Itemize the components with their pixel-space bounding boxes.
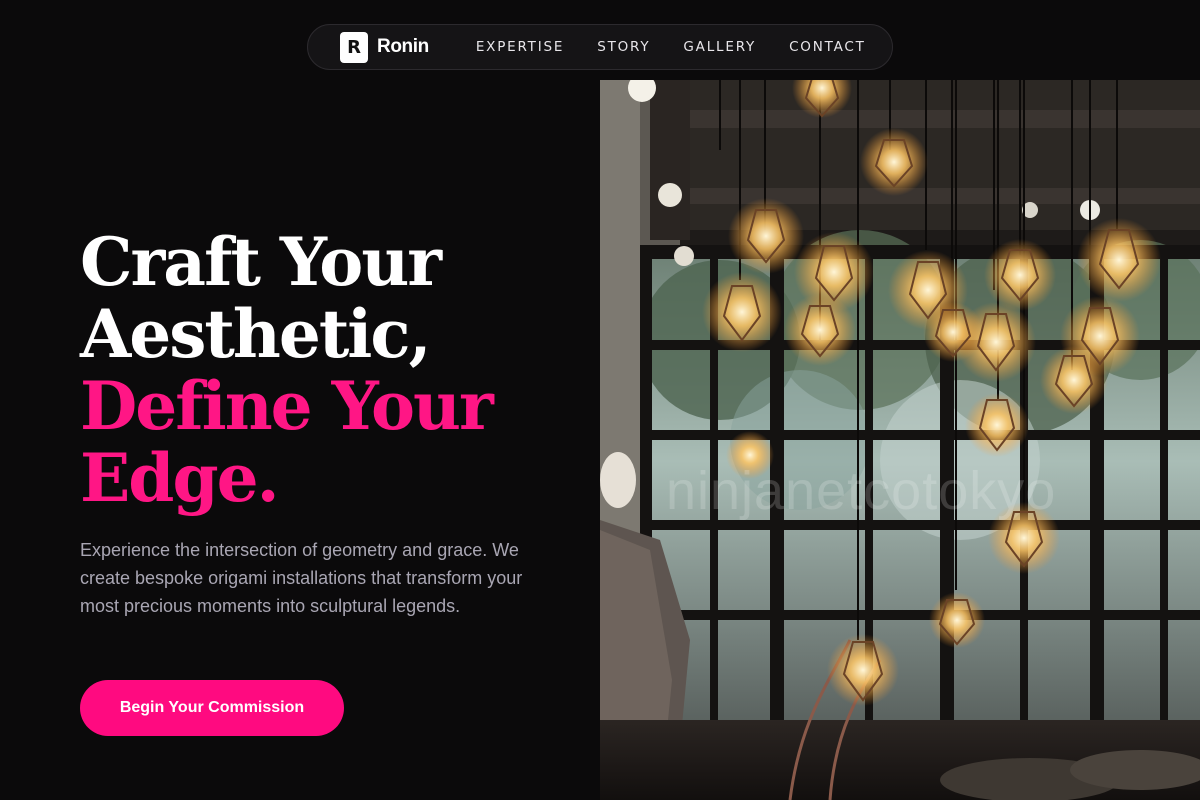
brand-logo-icon: R — [340, 31, 368, 63]
hero-title-line-3: Define Your — [80, 367, 494, 445]
top-navigation: R Ronin EXPERTISE STORY GALLERY CONTACT — [307, 24, 893, 70]
hero-title-line-4: Edge. — [80, 439, 280, 517]
pendant-lights-illustration — [600, 80, 1200, 800]
brand[interactable]: R Ronin — [340, 31, 429, 63]
landing-page: R Ronin EXPERTISE STORY GALLERY CONTACT … — [0, 0, 1200, 800]
photo-watermark: ninjanetcotokyo — [666, 461, 1057, 521]
brand-name: Ronin — [377, 36, 429, 57]
hero-description: Experience the intersection of geometry … — [80, 540, 523, 616]
hero-title: Craft Your Aesthetic, Define Your Edge. — [80, 226, 600, 514]
hero-title-line-1: Craft Your — [80, 223, 442, 301]
nav-link-expertise[interactable]: EXPERTISE — [476, 39, 564, 55]
hero-photo: ninjanetcotokyo — [600, 80, 1200, 800]
nav-links: EXPERTISE STORY GALLERY CONTACT — [476, 39, 866, 55]
hero-title-line-2: Aesthetic, — [80, 295, 432, 373]
nav-link-gallery[interactable]: GALLERY — [683, 39, 756, 55]
begin-commission-button[interactable]: Begin Your Commission — [80, 680, 344, 736]
nav-link-story[interactable]: STORY — [597, 39, 650, 55]
nav-link-contact[interactable]: CONTACT — [789, 39, 866, 55]
